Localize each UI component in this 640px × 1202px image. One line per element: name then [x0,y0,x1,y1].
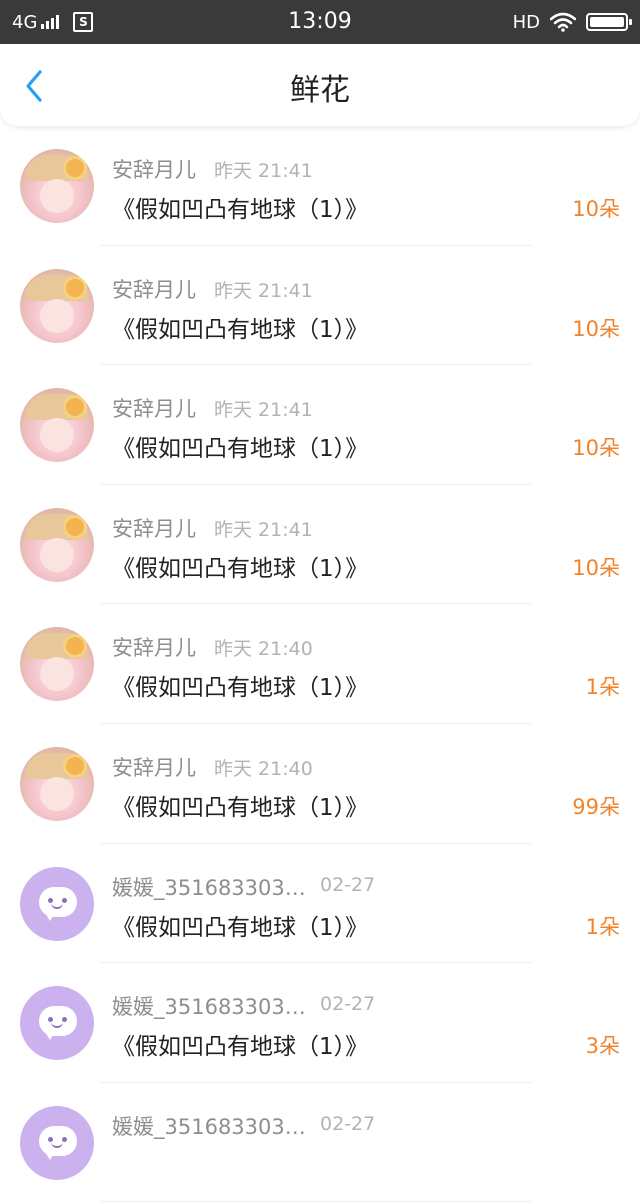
timestamp: 昨天 21:40 [214,638,313,661]
flower-count: 1朵 [585,675,620,700]
chat-bubble-avatar-icon[interactable] [20,986,94,1061]
battery-level [590,17,624,27]
list-item[interactable]: 媛媛_351683303… 02-27 [0,1083,640,1202]
avatar[interactable] [20,149,94,223]
status-bar-right: HD [512,0,632,44]
flower-count: 3朵 [585,1034,620,1059]
timestamp: 02-27 [320,993,376,1016]
list-item[interactable]: 安辞月儿 昨天 21:40 《假如凹凸有地球（1）》 1朵 [0,604,640,724]
header: 鲜花 [0,44,640,126]
flower-count: 10朵 [572,316,620,341]
flower-count: 10朵 [572,436,620,461]
list-item[interactable]: 安辞月儿 昨天 21:41 《假如凹凸有地球（1）》 10朵 [0,365,640,485]
work-title: 《假如凹凸有地球（1）》 [112,436,369,463]
flower-count: 1朵 [585,914,620,939]
list-item[interactable]: 媛媛_351683303… 02-27 《假如凹凸有地球（1）》 3朵 [0,963,640,1083]
sender-name[interactable]: 安辞月儿 [112,274,196,304]
list-item[interactable]: 媛媛_351683303… 02-27 《假如凹凸有地球（1）》 1朵 [0,844,640,964]
avatar[interactable] [20,268,94,343]
work-title: 《假如凹凸有地球（1）》 [112,794,369,821]
sender-name[interactable]: 安辞月儿 [112,513,196,543]
work-title: 《假如凹凸有地球（1）》 [112,914,369,941]
list-item[interactable]: 安辞月儿 昨天 21:40 《假如凹凸有地球（1）》 99朵 [0,724,640,844]
list-item[interactable]: 安辞月儿 昨天 21:41 《假如凹凸有地球（1）》 10朵 [0,485,640,605]
timestamp: 昨天 21:41 [214,399,313,422]
avatar[interactable] [20,746,94,821]
hd-indicator: HD [512,11,540,33]
list-item[interactable]: 安辞月儿 昨天 21:41 《假如凹凸有地球（1）》 10朵 [0,246,640,366]
chat-bubble-avatar-icon[interactable] [20,866,94,941]
sender-name[interactable]: 安辞月儿 [112,632,196,662]
flower-count: 10朵 [572,197,620,221]
timestamp: 昨天 21:40 [214,757,313,780]
sender-name[interactable]: 媛媛_351683303… [112,872,306,902]
wifi-icon [550,12,576,32]
avatar[interactable] [20,388,94,463]
timestamp: 昨天 21:41 [214,518,313,541]
sender-name[interactable]: 安辞月儿 [112,752,196,782]
work-title: 《假如凹凸有地球（1）》 [112,1034,369,1061]
sender-name[interactable]: 媛媛_351683303… [112,1111,306,1141]
sender-name[interactable]: 安辞月儿 [112,393,196,423]
battery-icon [586,13,632,31]
work-title: 《假如凹凸有地球（1）》 [112,555,369,582]
sender-name[interactable]: 媛媛_351683303… [112,991,306,1021]
page-title: 鲜花 [290,73,350,108]
work-title: 《假如凹凸有地球（1）》 [112,316,369,343]
flower-count: 99朵 [572,794,620,819]
timestamp: 02-27 [320,1112,376,1135]
timestamp: 昨天 21:41 [214,160,313,182]
avatar[interactable] [20,507,94,582]
work-title: 《假如凹凸有地球（1）》 [112,675,369,702]
list-item[interactable]: 安辞月儿 昨天 21:41 《假如凹凸有地球（1）》 10朵 [0,126,640,246]
work-title: 《假如凹凸有地球（1）》 [112,197,369,223]
flower-list: 安辞月儿 昨天 21:41 《假如凹凸有地球（1）》 10朵 安辞月儿 昨天 21:41 《… [0,126,640,1202]
sender-name[interactable]: 安辞月儿 [112,154,196,184]
chat-bubble-avatar-icon[interactable] [20,1105,94,1180]
status-bar: 4G S 13:09 HD [0,0,640,44]
timestamp: 昨天 21:41 [214,279,313,302]
timestamp: 02-27 [320,873,376,896]
flower-count: 10朵 [572,555,620,580]
avatar[interactable] [20,627,94,702]
